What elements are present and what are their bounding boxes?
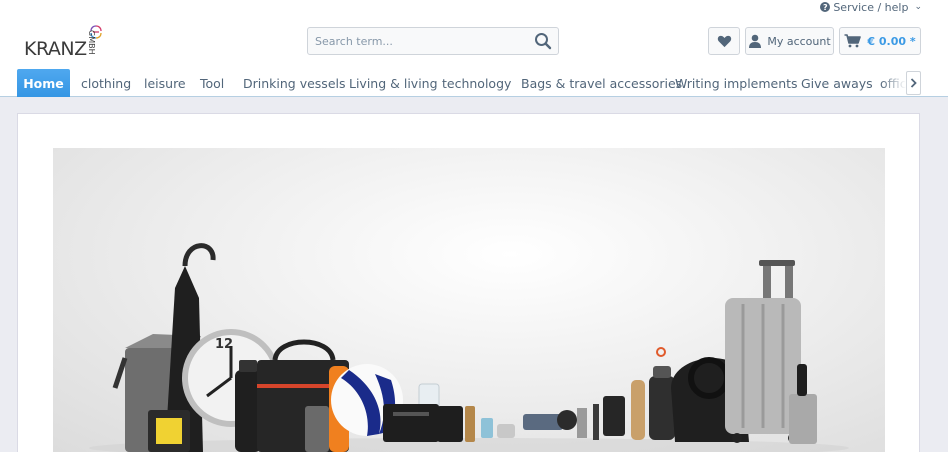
nav-item-bags-travel[interactable]: Bags & travel accessories — [521, 69, 682, 97]
account-button[interactable]: My account — [745, 27, 834, 55]
nav-item-technology[interactable]: technology — [442, 69, 511, 97]
search-box — [307, 27, 559, 55]
nav-item-clothing[interactable]: clothing — [81, 69, 131, 97]
nav-item-label: clothing — [81, 75, 132, 91]
service-help-menu[interactable]: ? Service / help ⌄ — [820, 0, 922, 14]
chevron-right-icon — [910, 78, 917, 88]
user-icon — [749, 34, 762, 48]
nav-item-tool[interactable]: Tool — [200, 69, 224, 97]
nav-item-label: technology — [442, 75, 512, 91]
promo-products-illustration: 12 — [89, 243, 849, 452]
cart-icon — [844, 34, 862, 48]
nav-item-label: Living & living — [349, 75, 438, 91]
service-help-label: Service / help — [833, 0, 909, 14]
nav-item-label: Writing implements — [675, 75, 798, 91]
cart-total: € 0.00 * — [867, 34, 916, 48]
nav-item-give-aways[interactable]: Give aways — [801, 69, 873, 97]
logo-wordmark: KRANZ — [24, 38, 87, 60]
nav-item-writing-implements[interactable]: Writing implements — [675, 69, 798, 97]
search-icon[interactable] — [534, 32, 552, 50]
chevron-down-icon: ⌄ — [914, 2, 922, 12]
hero-banner[interactable]: 12 — [53, 148, 885, 452]
nav-item-label: Home — [23, 75, 64, 91]
heart-icon — [717, 35, 731, 47]
nav-item-label: Drinking vessels — [243, 75, 346, 91]
wishlist-button[interactable] — [708, 27, 740, 55]
search-input[interactable] — [315, 34, 530, 48]
nav-item-label: Give aways — [801, 75, 873, 91]
account-label: My account — [767, 34, 831, 48]
nav-item-label: leisure — [144, 75, 186, 91]
question-circle-icon: ? — [820, 2, 831, 12]
nav-fade — [880, 69, 906, 96]
nav-item-living[interactable]: Living & living — [349, 69, 438, 97]
nav-item-label: Bags & travel accessories — [521, 75, 683, 91]
nav-item-leisure[interactable]: leisure — [144, 69, 186, 97]
cart-button[interactable]: € 0.00 * — [839, 27, 921, 55]
logo[interactable]: KRANZ GMBH — [24, 25, 114, 68]
nav-item-home[interactable]: Home — [17, 69, 70, 97]
nav-scroll-next-button[interactable] — [906, 71, 921, 95]
nav-item-label: Tool — [200, 75, 225, 91]
nav-item-drinking-vessels[interactable]: Drinking vessels — [243, 69, 346, 97]
main-navigation: Home clothing leisure Tool Drinking vess… — [0, 69, 948, 97]
logo-suffix: GMBH — [87, 30, 96, 55]
